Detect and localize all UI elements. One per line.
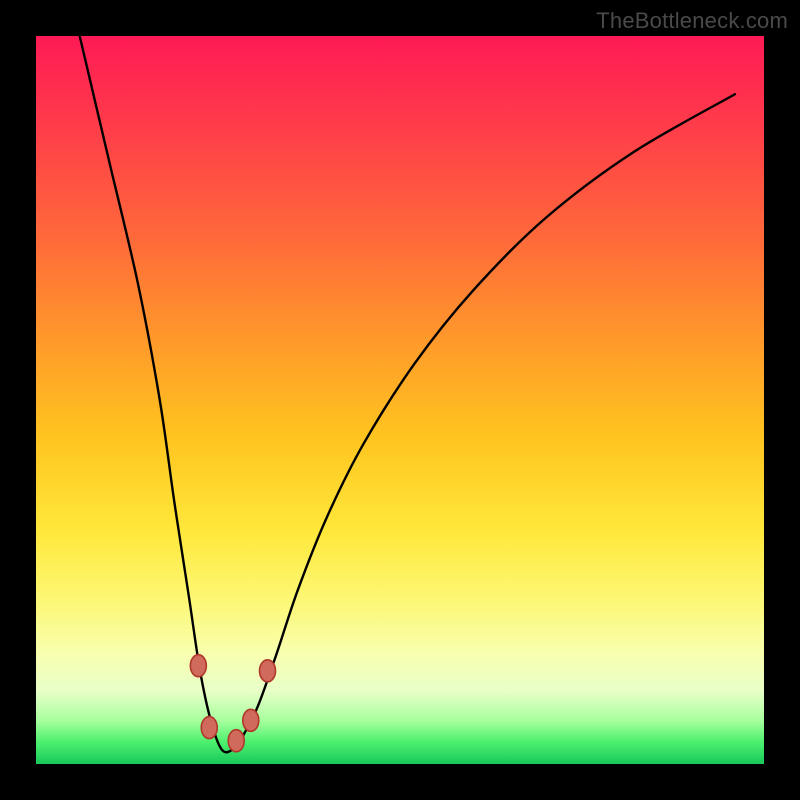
bottleneck-curve [80,36,735,752]
curve-markers [190,655,275,752]
curve-marker [243,709,259,731]
curve-marker [201,717,217,739]
curve-marker [228,730,244,752]
curve-svg [36,36,764,764]
chart-frame: TheBottleneck.com [0,0,800,800]
curve-marker [190,655,206,677]
plot-area [36,36,764,764]
curve-marker [260,660,276,682]
watermark-text: TheBottleneck.com [596,8,788,34]
